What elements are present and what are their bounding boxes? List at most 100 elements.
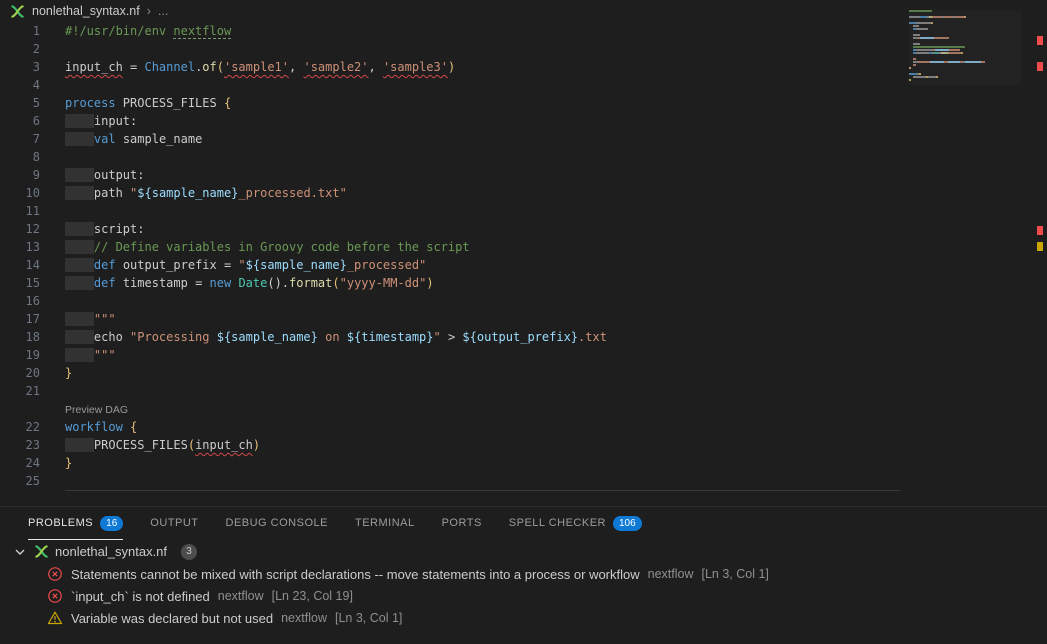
line-content: #!/usr/bin/env nextflow xyxy=(40,22,231,40)
minimap-token xyxy=(913,58,916,60)
problem-row-error[interactable]: Statements cannot be mixed with script d… xyxy=(0,563,1047,585)
minimap-line xyxy=(909,79,1021,81)
overview-ruler-error-mark[interactable] xyxy=(1037,62,1043,71)
code-token: format xyxy=(289,276,332,290)
line-number[interactable]: 16 xyxy=(0,292,40,310)
line-number[interactable]: 25 xyxy=(0,472,40,490)
indent-highlight xyxy=(65,186,94,200)
line-number[interactable]: 24 xyxy=(0,454,40,472)
code-line[interactable]: 7 val sample_name xyxy=(0,130,1017,148)
code-token: path xyxy=(94,186,130,200)
minimap-token xyxy=(981,61,985,63)
code-line[interactable]: 9 output: xyxy=(0,166,1017,184)
code-line[interactable]: 21 xyxy=(0,382,1017,400)
line-number[interactable]: 6 xyxy=(0,112,40,130)
line-number[interactable]: 15 xyxy=(0,274,40,292)
problem-row-error[interactable]: `input_ch` is not definednextflow[Ln 23,… xyxy=(0,585,1047,607)
code-line[interactable]: 19 """ xyxy=(0,346,1017,364)
code-line[interactable]: 12 script: xyxy=(0,220,1017,238)
code-line[interactable]: 14 def output_prefix = "${sample_name}_p… xyxy=(0,256,1017,274)
line-number[interactable]: 19 xyxy=(0,346,40,364)
line-number[interactable]: 4 xyxy=(0,76,40,94)
minimap-line xyxy=(909,70,1021,72)
code-line[interactable]: 10 path "${sample_name}_processed.txt" xyxy=(0,184,1017,202)
panel-tab-ports[interactable]: PORTS xyxy=(442,507,482,540)
line-number[interactable]: 11 xyxy=(0,202,40,220)
line-number[interactable]: 23 xyxy=(0,436,40,454)
line-number[interactable]: 20 xyxy=(0,364,40,382)
line-number[interactable]: 14 xyxy=(0,256,40,274)
line-content xyxy=(40,202,65,220)
chevron-down-icon[interactable] xyxy=(12,544,28,560)
line-number[interactable]: 18 xyxy=(0,328,40,346)
code-line[interactable]: 8 xyxy=(0,148,1017,166)
line-number[interactable]: 9 xyxy=(0,166,40,184)
code-line[interactable]: 15 def timestamp = new Date().format("yy… xyxy=(0,274,1017,292)
breadcrumb-more[interactable]: ... xyxy=(158,4,168,18)
line-number[interactable]: 13 xyxy=(0,238,40,256)
problems-file-row[interactable]: nonlethal_syntax.nf 3 xyxy=(0,540,1047,563)
minimap-line xyxy=(909,19,1021,21)
code-line[interactable]: 5process PROCESS_FILES { xyxy=(0,94,1017,112)
panel-tab-spell-checker[interactable]: SPELL CHECKER106 xyxy=(509,507,642,540)
panel-tab-problems[interactable]: PROBLEMS16 xyxy=(28,507,123,540)
line-number[interactable]: 10 xyxy=(0,184,40,202)
line-content: workflow { xyxy=(40,418,137,436)
line-content xyxy=(40,472,65,490)
overview-ruler-error-mark[interactable] xyxy=(1037,226,1043,235)
problems-file-name: nonlethal_syntax.nf xyxy=(55,544,167,559)
line-number[interactable]: 3 xyxy=(0,58,40,76)
code-line[interactable]: 16 xyxy=(0,292,1017,310)
line-content: """ xyxy=(40,346,116,364)
code-line[interactable]: 4 xyxy=(0,76,1017,94)
code-line[interactable]: 20} xyxy=(0,364,1017,382)
code-line[interactable]: 3input_ch = Channel.of('sample1', 'sampl… xyxy=(0,58,1017,76)
problem-message: `input_ch` is not defined xyxy=(71,589,210,604)
panel-tab-label: PORTS xyxy=(442,517,482,529)
indent-highlight xyxy=(65,348,94,362)
line-number[interactable]: 17 xyxy=(0,310,40,328)
nextflow-logo-icon xyxy=(34,544,49,559)
breadcrumb-filename[interactable]: nonlethal_syntax.nf xyxy=(32,4,140,18)
line-number[interactable]: 7 xyxy=(0,130,40,148)
line-number[interactable]: 1 xyxy=(0,22,40,40)
line-number[interactable]: 8 xyxy=(0,148,40,166)
minimap-token xyxy=(920,37,934,39)
line-number[interactable]: 22 xyxy=(0,418,40,436)
line-number[interactable]: 21 xyxy=(0,382,40,400)
problem-row-warning[interactable]: Variable was declared but not usednextfl… xyxy=(0,607,1047,629)
line-number[interactable]: 5 xyxy=(0,94,40,112)
minimap-line xyxy=(909,43,1021,45)
codelens-preview-dag[interactable]: Preview DAG xyxy=(65,404,128,416)
code-line[interactable]: 1#!/usr/bin/env nextflow xyxy=(0,22,1017,40)
code-line[interactable]: 17 """ xyxy=(0,310,1017,328)
code-token: ( xyxy=(217,60,224,74)
code-line[interactable]: 23 PROCESS_FILES(input_ch) xyxy=(0,436,1017,454)
indent-highlight xyxy=(65,114,94,128)
overview-ruler-error-mark[interactable] xyxy=(1037,36,1043,45)
code-line[interactable]: 13 // Define variables in Groovy code be… xyxy=(0,238,1017,256)
code-line[interactable]: 11 xyxy=(0,202,1017,220)
panel-tab-debug-console[interactable]: DEBUG CONSOLE xyxy=(226,507,328,540)
code-line[interactable]: 24} xyxy=(0,454,1017,472)
panel-tab-terminal[interactable]: TERMINAL xyxy=(355,507,415,540)
code-line[interactable]: 18 echo "Processing ${sample_name} on ${… xyxy=(0,328,1017,346)
code-line[interactable]: 2 xyxy=(0,40,1017,58)
panel-tab-output[interactable]: OUTPUT xyxy=(150,507,198,540)
problem-source: nextflow xyxy=(648,567,694,581)
minimap[interactable] xyxy=(909,10,1021,85)
code-editor[interactable]: 1#!/usr/bin/env nextflow23input_ch = Cha… xyxy=(0,22,1017,491)
code-token: #!/usr/bin/env xyxy=(65,24,173,38)
overview-ruler-warning-mark[interactable] xyxy=(1037,242,1043,251)
codelens-row[interactable]: Preview DAG xyxy=(0,400,1017,418)
code-line[interactable]: 22workflow { xyxy=(0,418,1017,436)
line-content xyxy=(40,382,65,400)
code-line[interactable]: 6 input: xyxy=(0,112,1017,130)
code-line[interactable]: 25 xyxy=(0,472,1017,490)
minimap-token xyxy=(913,43,920,45)
minimap-token xyxy=(928,76,936,78)
editor-end-rule xyxy=(65,490,900,491)
line-number[interactable] xyxy=(0,400,40,418)
line-number[interactable]: 2 xyxy=(0,40,40,58)
line-number[interactable]: 12 xyxy=(0,220,40,238)
